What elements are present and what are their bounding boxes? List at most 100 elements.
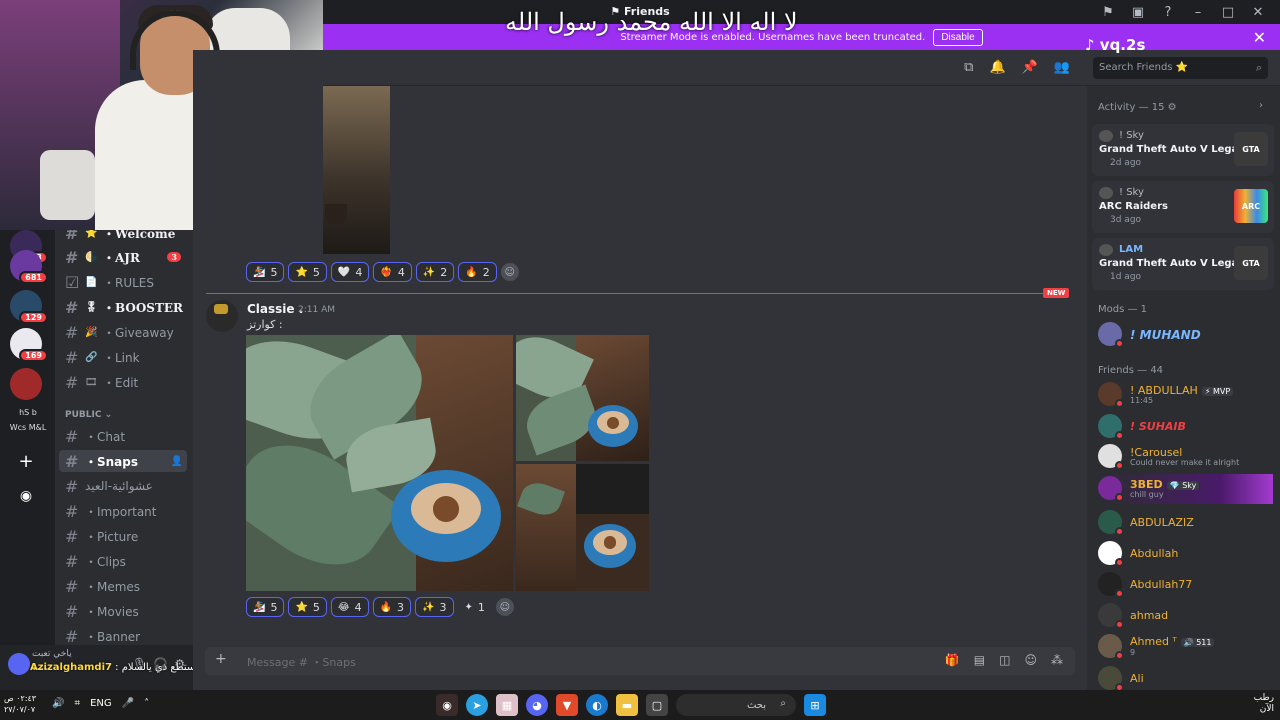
- members-icon[interactable]: 👥: [1054, 60, 1070, 75]
- channel-memes[interactable]: # ・Memes: [59, 575, 187, 597]
- add-member-icon[interactable]: 👤: [171, 456, 183, 467]
- pin-icon[interactable]: 📌: [1022, 60, 1038, 75]
- network-icon[interactable]: ⌗: [74, 698, 80, 709]
- channel-random[interactable]: # عشوائية-العيد: [59, 475, 187, 497]
- inbox-icon[interactable]: ▣: [1128, 3, 1148, 21]
- message-input[interactable]: Message # ・Snaps: [247, 654, 356, 670]
- weather-widget[interactable]: رطب الآن: [1254, 693, 1274, 715]
- category-public[interactable]: PUBLIC ⌄: [65, 410, 112, 420]
- language-indicator[interactable]: ENG: [90, 698, 112, 709]
- activity-card[interactable]: ! Sky Grand Theft Auto V Legacy 2d ago G…: [1092, 124, 1274, 176]
- channel-link[interactable]: # 🔗 ・Link: [59, 346, 187, 368]
- channel-edit[interactable]: # 🎞 ・Edit: [59, 371, 187, 393]
- server-icon[interactable]: 129: [10, 290, 48, 324]
- reaction[interactable]: ❤‍🔥 4: [373, 262, 412, 282]
- clock[interactable]: ٠٢:٤٣ ص ٢٧/٠٧/٠٧: [4, 693, 36, 715]
- discover-icon[interactable]: ◉: [10, 480, 42, 512]
- channel-movies[interactable]: # ・Movies: [59, 600, 187, 622]
- reaction[interactable]: 🤍 4: [330, 262, 370, 282]
- reaction[interactable]: 😂 4: [330, 597, 369, 617]
- help-icon[interactable]: ?: [1158, 3, 1178, 21]
- reaction[interactable]: ⭐ 5: [288, 597, 327, 617]
- member-item[interactable]: ahmad: [1098, 601, 1273, 631]
- folder-icon[interactable]: ▬: [616, 694, 638, 716]
- search-icon: ⌕: [1255, 61, 1262, 74]
- chevron-up-icon[interactable]: ˄: [144, 698, 149, 709]
- sticker-icon[interactable]: ◫: [999, 653, 1010, 667]
- inbox-flag-icon[interactable]: ⚑: [1098, 3, 1118, 21]
- obs-icon[interactable]: ◉: [436, 694, 458, 716]
- plus-icon[interactable]: +: [215, 651, 227, 667]
- reaction[interactable]: 🏂 5: [246, 262, 285, 282]
- avatar[interactable]: [206, 300, 238, 332]
- speaker-icon[interactable]: 🔊: [52, 698, 64, 709]
- member-item[interactable]: ABDULAZIZ: [1098, 508, 1273, 538]
- message-author[interactable]: Classie .: [247, 302, 303, 316]
- channel-clips[interactable]: # ・Clips: [59, 550, 187, 572]
- reaction[interactable]: 🔥 2: [458, 262, 497, 282]
- reaction[interactable]: ✦ 1: [458, 597, 492, 617]
- member-item[interactable]: Abdullah77: [1098, 570, 1273, 600]
- discord-icon[interactable]: ◕: [526, 694, 548, 716]
- member-item[interactable]: 3BED 💎 Sky chill guy: [1098, 474, 1273, 504]
- member-item[interactable]: ! MUHAND: [1098, 320, 1273, 350]
- server-icon[interactable]: 681: [10, 250, 48, 284]
- mic-icon[interactable]: 🎤: [122, 698, 134, 709]
- member-item[interactable]: ! SUHAIB: [1098, 412, 1273, 442]
- image-attachment[interactable]: [516, 335, 649, 461]
- edge-icon[interactable]: ◐: [586, 694, 608, 716]
- apps-icon[interactable]: ⁂: [1051, 653, 1063, 667]
- search-input[interactable]: Search Friends ⭐ ⌕: [1093, 57, 1268, 79]
- activity-card[interactable]: LAM Grand Theft Auto V Legacy 1d ago GTA: [1092, 238, 1274, 290]
- channel-rules[interactable]: ☑ 📄 ・RULES: [59, 271, 187, 293]
- reaction[interactable]: ✨ 3: [415, 597, 454, 617]
- add-reaction-icon[interactable]: ☺: [500, 263, 519, 281]
- image-attachment[interactable]: [516, 464, 649, 591]
- server-icon[interactable]: [10, 368, 42, 400]
- channel-welcome[interactable]: # ⭐ ・Welcome: [59, 230, 187, 244]
- bell-icon[interactable]: 🔔: [989, 60, 1005, 75]
- avatar[interactable]: [8, 653, 30, 675]
- emoji-icon[interactable]: ☺: [1024, 653, 1037, 667]
- app-icon[interactable]: ▦: [496, 694, 518, 716]
- channel-snaps[interactable]: # ・Snaps 👤: [59, 450, 187, 472]
- channel-ajr[interactable]: # 🌗 ・AJR 3: [59, 246, 187, 268]
- channel-booster[interactable]: # 🎖 ・BOOSTER: [59, 296, 187, 318]
- brave-icon[interactable]: ▼: [556, 694, 578, 716]
- channel-giveaway[interactable]: # 🎉 ・Giveaway: [59, 321, 187, 343]
- app-icon[interactable]: ▢: [646, 694, 668, 716]
- reaction[interactable]: 🔥 3: [372, 597, 412, 617]
- reaction[interactable]: 🏂 5: [246, 597, 285, 617]
- message-composer[interactable]: + Message # ・Snaps 🎁 ▤ ◫ ☺ ⁂: [205, 647, 1075, 675]
- channel-chat[interactable]: # ・Chat: [59, 425, 187, 447]
- taskbar-search[interactable]: بحث ⌕: [676, 694, 796, 716]
- disable-button[interactable]: Disable: [933, 28, 983, 46]
- close-button[interactable]: ✕: [1248, 3, 1268, 21]
- member-item[interactable]: Abdullah: [1098, 539, 1273, 569]
- server-icon[interactable]: 169: [10, 328, 48, 362]
- gif-icon[interactable]: ▤: [974, 653, 985, 667]
- image-attachment[interactable]: [246, 335, 513, 591]
- threads-icon[interactable]: ⧉: [964, 60, 973, 75]
- member-item[interactable]: Ali: [1098, 664, 1273, 690]
- add-reaction-icon[interactable]: ☺: [495, 598, 514, 616]
- minimize-button[interactable]: –: [1188, 3, 1208, 21]
- gift-icon[interactable]: 🎁: [945, 653, 960, 667]
- image-attachment[interactable]: [323, 86, 390, 254]
- member-item[interactable]: !Carousel Could never make it alright: [1098, 442, 1273, 472]
- windows-start-icon[interactable]: ⊞: [804, 694, 826, 716]
- telegram-icon[interactable]: ➤: [466, 694, 488, 716]
- add-server-icon[interactable]: +: [10, 445, 42, 477]
- message-text: كوارتز :: [247, 318, 283, 331]
- chevron-right-icon[interactable]: ›: [1259, 100, 1263, 111]
- member-item[interactable]: ! ABDULLAH ⚡ MVP 11:45: [1098, 380, 1273, 410]
- reaction[interactable]: ✨ 2: [415, 262, 455, 282]
- member-item[interactable]: Ahmed ᵀ 🔊 511 9: [1098, 632, 1273, 662]
- channel-banner[interactable]: # ・Banner: [59, 625, 187, 647]
- channel-picture[interactable]: # ・Picture: [59, 525, 187, 547]
- activity-card[interactable]: ! Sky ARC Raiders 3d ago ARC: [1092, 181, 1274, 233]
- close-icon[interactable]: ✕: [1253, 28, 1266, 47]
- channel-important[interactable]: # ・Important: [59, 500, 187, 522]
- reaction[interactable]: ⭐ 5: [288, 262, 327, 282]
- maximize-button[interactable]: □: [1218, 3, 1238, 21]
